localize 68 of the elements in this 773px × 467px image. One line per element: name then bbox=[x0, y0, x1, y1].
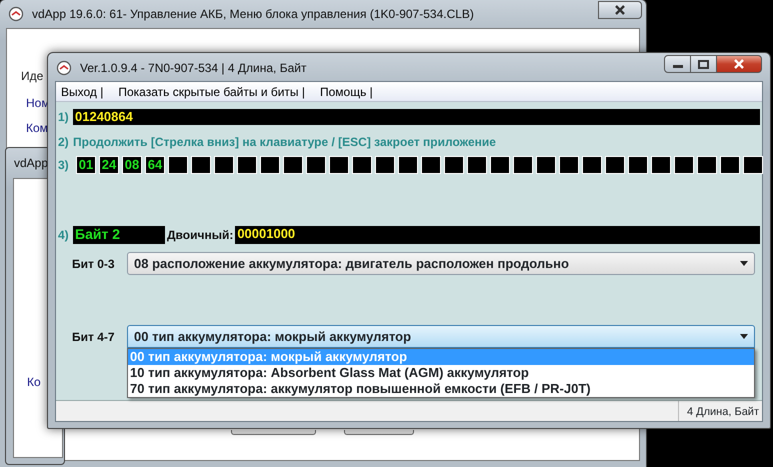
byte-cell bbox=[398, 156, 418, 174]
window-title: vdApp 19.6.0: 61- Управление АКБ, Меню блока управления (1K0-907-534.CLB) bbox=[32, 6, 474, 22]
dropdown[interactable]: 00 тип аккумулятора: мокрый аккумулятор bbox=[127, 325, 755, 348]
byte-cell bbox=[559, 156, 579, 174]
row-index: 1) bbox=[58, 109, 70, 126]
byte-cell: 08 bbox=[122, 156, 142, 174]
row-index: 2) bbox=[58, 134, 70, 151]
byte-name-field: Байт 2 bbox=[73, 226, 165, 244]
menu-item[interactable]: Показать скрытые байты и биты | bbox=[118, 82, 305, 100]
caret-icon bbox=[740, 261, 748, 266]
byte-cell bbox=[720, 156, 740, 174]
row-index: 4) bbox=[58, 227, 70, 244]
byte-cell bbox=[743, 156, 763, 174]
menu-item[interactable]: Помощь | bbox=[320, 82, 373, 100]
byte-cell bbox=[651, 156, 671, 174]
bit-label: Бит 4-7 bbox=[71, 328, 116, 346]
byte-cell bbox=[168, 156, 188, 174]
byte-cell bbox=[536, 156, 556, 174]
maximize-button[interactable] bbox=[690, 55, 717, 73]
app-icon bbox=[56, 60, 72, 76]
binary-label: Двоичный: bbox=[167, 227, 234, 244]
byte-cell bbox=[214, 156, 234, 174]
field-label: Иде bbox=[21, 68, 44, 85]
field-label[interactable]: Ком bbox=[26, 119, 48, 137]
byte-cell bbox=[605, 156, 625, 174]
field-label[interactable]: Ко bbox=[27, 373, 41, 391]
maximize-icon bbox=[698, 60, 709, 68]
raw-value-field: 01240864 bbox=[73, 109, 760, 125]
byte-cell bbox=[674, 156, 694, 174]
dialog-button[interactable] bbox=[231, 430, 316, 435]
byte-cell bbox=[697, 156, 717, 174]
byte-cell bbox=[352, 156, 372, 174]
close-icon bbox=[733, 59, 745, 69]
window-title: vdApp bbox=[14, 155, 48, 171]
window-title: Ver.1.0.9.4 - 7N0-907-534 | 4 Длина, Байт bbox=[80, 60, 306, 76]
row-index: 3) bbox=[58, 157, 70, 174]
dropdown-option[interactable]: 10 тип аккумулятора: Absorbent Glass Mat (AGM) аккумулятор bbox=[128, 365, 754, 381]
byte-cell bbox=[329, 156, 349, 174]
byte-cell bbox=[444, 156, 464, 174]
binary-value-field: 00001000 bbox=[235, 226, 760, 244]
close-button[interactable] bbox=[598, 1, 642, 19]
bit-label: Бит 0-3 bbox=[71, 256, 116, 272]
status-text: 4 Длина, Байт bbox=[678, 401, 762, 421]
dialog-button[interactable] bbox=[344, 430, 414, 435]
close-button[interactable] bbox=[716, 55, 762, 73]
byte-cell bbox=[191, 156, 211, 174]
byte-cell bbox=[628, 156, 648, 174]
byte-cell bbox=[375, 156, 395, 174]
dropdown[interactable]: 08 расположение аккумулятора: двигатель расположен продольно bbox=[127, 252, 755, 275]
minimize-button[interactable] bbox=[664, 55, 691, 73]
byte-cell: 64 bbox=[145, 156, 165, 174]
byte-cell bbox=[582, 156, 602, 174]
byte-cell bbox=[467, 156, 487, 174]
byte-cell bbox=[306, 156, 326, 174]
app-icon bbox=[8, 6, 24, 22]
byte-cell bbox=[490, 156, 510, 174]
hint-text: Продолжить [Стрелка вниз] на клавиатуре / [ESC] закроет приложение bbox=[73, 134, 496, 151]
menu-item[interactable]: Выход | bbox=[61, 82, 104, 100]
byte-cell bbox=[513, 156, 533, 174]
byte-cell bbox=[283, 156, 303, 174]
dropdown-option[interactable]: 70 тип аккумулятора: аккумулятор повышенной емкости (EFB / PR-J0T) bbox=[128, 381, 754, 397]
byte-cell: 24 bbox=[99, 156, 119, 174]
close-icon bbox=[614, 5, 626, 15]
byte-cell: 01 bbox=[76, 156, 96, 174]
byte-cell bbox=[237, 156, 257, 174]
caret-icon bbox=[740, 334, 748, 339]
byte-cell bbox=[421, 156, 441, 174]
byte-cell bbox=[260, 156, 280, 174]
